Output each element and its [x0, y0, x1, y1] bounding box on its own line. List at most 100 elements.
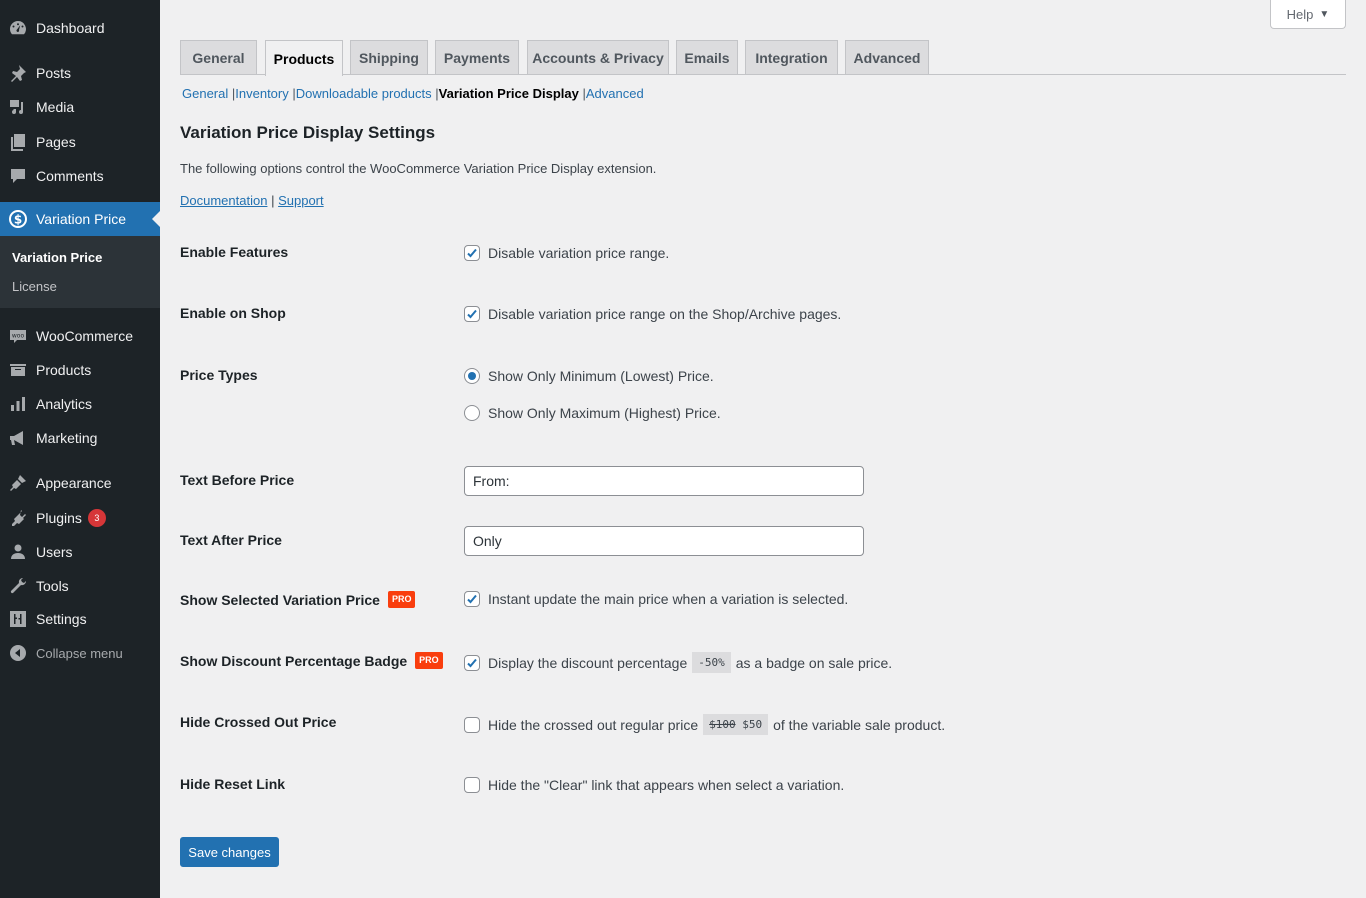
hide-reset-text: Hide the "Clear" link that appears when … — [488, 777, 845, 793]
sidebar-item-comments[interactable]: Comments — [0, 159, 160, 193]
price-type-max-text: Show Only Maximum (Highest) Price. — [488, 405, 721, 421]
enable-on-shop-label: Enable on Shop — [180, 305, 286, 321]
page-description: The following options control the WooCom… — [180, 161, 657, 176]
tab-shipping[interactable]: Shipping — [350, 40, 428, 74]
show-selected-variation-price-label: Show Selected Variation Price PRO — [180, 591, 416, 608]
sidebar-item-label: Tools — [36, 578, 69, 594]
subnav-inventory[interactable]: Inventory — [235, 86, 288, 101]
sidebar-item-label: Variation Price — [36, 211, 127, 227]
subnav-downloadable-products[interactable]: Downloadable products — [296, 86, 432, 101]
discount-badge-field: Display the discount percentage -50% as … — [464, 652, 892, 673]
tab-payments[interactable]: Payments — [435, 40, 519, 74]
sidebar-item-settings[interactable]: Settings — [0, 602, 160, 636]
tab-general[interactable]: General — [180, 40, 257, 74]
enable-features-checkbox[interactable] — [464, 245, 480, 261]
submenu-item-license[interactable]: License — [12, 279, 57, 294]
sidebar-item-pages[interactable]: Pages — [0, 125, 160, 159]
sidebar-item-marketing[interactable]: Marketing — [0, 421, 160, 455]
tab-products[interactable]: Products — [265, 40, 343, 76]
collapse-menu-label: Collapse menu — [36, 645, 123, 661]
page-title: Variation Price Display Settings — [180, 123, 436, 142]
show-discount-label-text: Show Discount Percentage Badge — [180, 652, 408, 669]
price-type-min-option: Show Only Minimum (Lowest) Price. — [464, 368, 714, 384]
link-separator: | — [271, 193, 275, 208]
documentation-link[interactable]: Documentation — [180, 193, 267, 208]
sidebar-item-analytics[interactable]: Analytics — [0, 387, 160, 421]
enable-on-shop-checkbox[interactable] — [464, 306, 480, 322]
hide-crossed-checkbox[interactable] — [464, 716, 480, 733]
tab-accounts-privacy[interactable]: Accounts & Privacy — [527, 40, 669, 74]
price-types-label: Price Types — [180, 367, 258, 383]
help-links: Documentation | Support — [180, 193, 324, 208]
sidebar-item-label: Marketing — [36, 430, 98, 446]
price-type-min-radio[interactable] — [464, 368, 480, 384]
collapse-menu-button[interactable]: Collapse menu — [0, 636, 160, 670]
megaphone-icon — [0, 428, 36, 448]
crossed-price-example-code: $100 $50 — [703, 714, 769, 735]
sidebar-item-media[interactable]: Media — [0, 90, 160, 124]
hide-crossed-out-price-label: Hide Crossed Out Price — [180, 714, 337, 730]
media-icon — [0, 97, 36, 117]
price-type-max-option: Show Only Maximum (Highest) Price. — [464, 405, 721, 421]
section-subnav: General |Inventory |Downloadable product… — [182, 86, 644, 101]
sidebar-item-label: Users — [36, 544, 73, 560]
sidebar-submenu: Variation Price License — [0, 236, 160, 308]
checkmark-icon — [467, 658, 477, 667]
show-selected-field: Instant update the main price when a var… — [464, 591, 848, 607]
sidebar-item-label: WooCommerce — [36, 328, 133, 344]
old-price: $100 — [709, 718, 736, 731]
help-label: Help — [1286, 6, 1314, 22]
sidebar-item-label: Media — [36, 99, 75, 115]
sliders-icon — [0, 609, 36, 629]
text-after-price-input[interactable] — [464, 526, 864, 556]
enable-on-shop-field: Disable variation price range on the Sho… — [464, 306, 841, 322]
subnav-general[interactable]: General — [182, 86, 228, 101]
sidebar-item-variation-price[interactable]: $ Variation Price — [0, 202, 160, 236]
sidebar-item-label: Products — [36, 362, 92, 378]
show-discount-badge-label: Show Discount Percentage Badge PRO — [180, 652, 443, 669]
hide-crossed-text-after: of the variable sale product. — [773, 716, 946, 733]
paintbrush-icon — [0, 473, 36, 493]
discount-badge-text-after: as a badge on sale price. — [735, 654, 893, 671]
discount-badge-text-before: Display the discount percentage — [488, 654, 688, 671]
text-before-price-label: Text Before Price — [180, 472, 295, 488]
hide-reset-checkbox[interactable] — [464, 777, 480, 793]
tab-emails[interactable]: Emails — [676, 40, 738, 74]
support-link[interactable]: Support — [278, 193, 324, 208]
user-icon — [0, 542, 36, 562]
checkmark-icon — [467, 248, 477, 258]
sidebar-item-label: Analytics — [36, 396, 93, 412]
tab-integration[interactable]: Integration — [745, 40, 838, 74]
show-selected-checkbox[interactable] — [464, 591, 480, 607]
sidebar-item-appearance[interactable]: Appearance — [0, 466, 160, 500]
dashboard-icon — [0, 18, 36, 38]
sidebar-item-products[interactable]: Products — [0, 353, 160, 387]
hide-reset-link-label: Hide Reset Link — [180, 776, 286, 792]
sidebar-item-tools[interactable]: Tools — [0, 569, 160, 603]
save-changes-button[interactable]: Save changes — [180, 837, 279, 867]
checkmark-icon — [467, 594, 477, 604]
sidebar-item-plugins[interactable]: Plugins 3 — [0, 501, 160, 535]
sidebar-item-dashboard[interactable]: Dashboard — [0, 11, 160, 45]
subnav-advanced[interactable]: Advanced — [586, 86, 644, 101]
discount-example-code: -50% — [692, 652, 731, 673]
sidebar-item-woocommerce[interactable]: woo WooCommerce — [0, 319, 160, 353]
text-before-price-input[interactable] — [464, 466, 864, 496]
plug-icon — [0, 508, 36, 528]
help-button[interactable]: Help ▼ — [1270, 0, 1346, 29]
sidebar-item-label: Posts — [36, 65, 72, 81]
price-type-max-radio[interactable] — [464, 405, 480, 421]
pages-icon — [0, 132, 36, 152]
sidebar-item-label: Pages — [36, 134, 76, 150]
admin-sidebar: Dashboard Posts Media Pages Comments $ V… — [0, 0, 160, 898]
sidebar-item-users[interactable]: Users — [0, 535, 160, 569]
tab-advanced[interactable]: Advanced — [845, 40, 929, 74]
enable-features-label: Enable Features — [180, 244, 289, 260]
sidebar-item-posts[interactable]: Posts — [0, 56, 160, 90]
wrench-icon — [0, 576, 36, 596]
submenu-item-variation-price[interactable]: Variation Price — [12, 250, 102, 265]
price-type-min-text: Show Only Minimum (Lowest) Price. — [488, 368, 714, 384]
discount-badge-checkbox[interactable] — [464, 654, 480, 671]
text-after-price-label: Text After Price — [180, 532, 282, 548]
bar-chart-icon — [0, 394, 36, 414]
